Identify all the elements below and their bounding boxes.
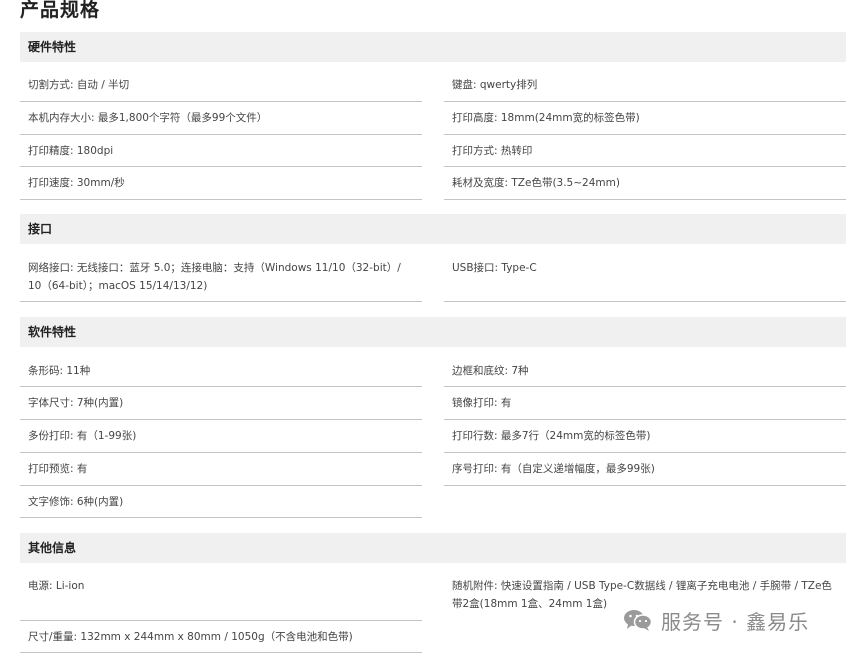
section-header-other: 其他信息: [20, 533, 846, 563]
spec-item: 电源: Li-ion: [20, 570, 422, 621]
spec-item: 打印精度: 180dpi: [20, 135, 422, 167]
spec-item: 打印预览: 有: [20, 453, 422, 486]
spec-item: 尺寸/重量: 132mm x 244mm x 80mm / 1050g（不含电池…: [20, 621, 422, 653]
section-header-software: 软件特性: [20, 317, 846, 347]
spec-item: 打印行数: 最多7行（24mm宽的标签色带): [444, 420, 846, 453]
watermark-text: 服务号 · 鑫易乐: [661, 609, 810, 634]
section-title: 软件特性: [28, 325, 77, 339]
spec-item: 键盘: qwerty排列: [444, 69, 846, 102]
spec-item: 镜像打印: 有: [444, 387, 846, 420]
spec-item: 多份打印: 有（1-99张): [20, 420, 422, 453]
section-header-interface: 接口: [20, 214, 846, 244]
section-title: 其他信息: [28, 541, 77, 555]
page-title: 产品规格: [20, 0, 101, 21]
spec-item: 耗材及宽度: TZe色带(3.5~24mm): [444, 167, 846, 200]
spec-item: 切割方式: 自动 / 半切: [20, 69, 422, 102]
spec-item: 序号打印: 有（自定义递增幅度，最多99张): [444, 453, 846, 486]
section-title: 接口: [28, 222, 53, 236]
watermark: 服务号 · 鑫易乐: [623, 605, 809, 635]
spec-item: 边框和底纹: 7种: [444, 355, 846, 387]
spec-item: 打印高度: 18mm(24mm宽的标签色带): [444, 102, 846, 135]
wechat-icon: [624, 610, 653, 631]
spec-item: 本机内存大小: 最多1,800个字符（最多99个文件）: [20, 102, 422, 135]
section-header-hardware: 硬件特性: [20, 32, 846, 62]
spec-item: 打印速度: 30mm/秒: [20, 167, 422, 200]
spec-item: 字体尺寸: 7种(内置): [20, 387, 422, 420]
section-title: 硬件特性: [28, 40, 77, 54]
spec-item: 文字修饰: 6种(内置): [20, 486, 422, 518]
spec-item: 网络接口: 无线接口：蓝牙 5.0；连接电脑：支持（Windows 11/10（…: [20, 252, 422, 302]
spec-item: USB接口: Type-C: [444, 252, 846, 302]
spec-item: 打印方式: 热转印: [444, 135, 846, 167]
spec-item: 条形码: 11种: [20, 355, 422, 387]
